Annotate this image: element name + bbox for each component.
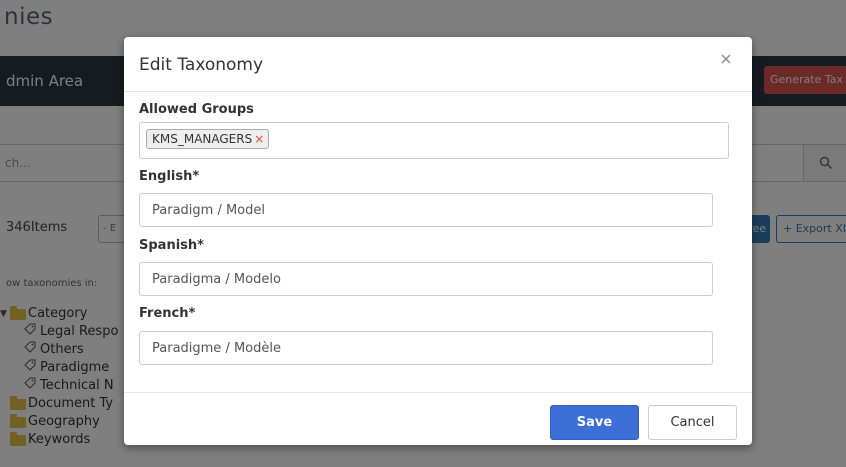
allowed-groups-label: Allowed Groups xyxy=(139,102,254,117)
english-field[interactable] xyxy=(139,193,713,227)
allowed-groups-input[interactable]: KMS_MANAGERS × xyxy=(139,122,729,159)
english-label: English* xyxy=(139,169,200,184)
spanish-label: Spanish* xyxy=(139,238,204,253)
group-chip-label: KMS_MANAGERS xyxy=(152,132,253,146)
french-label: French* xyxy=(139,306,196,321)
modal-body: Allowed Groups KMS_MANAGERS × English* S… xyxy=(124,92,752,392)
save-button[interactable]: Save xyxy=(550,405,639,440)
modal-footer: Save Cancel xyxy=(124,392,752,445)
modal-title: Edit Taxonomy xyxy=(139,55,264,75)
cancel-button[interactable]: Cancel xyxy=(648,405,737,440)
edit-taxonomy-dialog: Edit Taxonomy Allowed Groups KMS_MANAGER… xyxy=(124,37,752,445)
close-button[interactable] xyxy=(718,51,734,67)
remove-group-icon[interactable]: × xyxy=(254,130,264,148)
modal-header: Edit Taxonomy xyxy=(124,37,752,92)
french-field[interactable] xyxy=(139,331,713,365)
close-icon xyxy=(721,54,731,64)
spanish-field[interactable] xyxy=(139,262,713,296)
group-chip: KMS_MANAGERS × xyxy=(146,129,270,149)
